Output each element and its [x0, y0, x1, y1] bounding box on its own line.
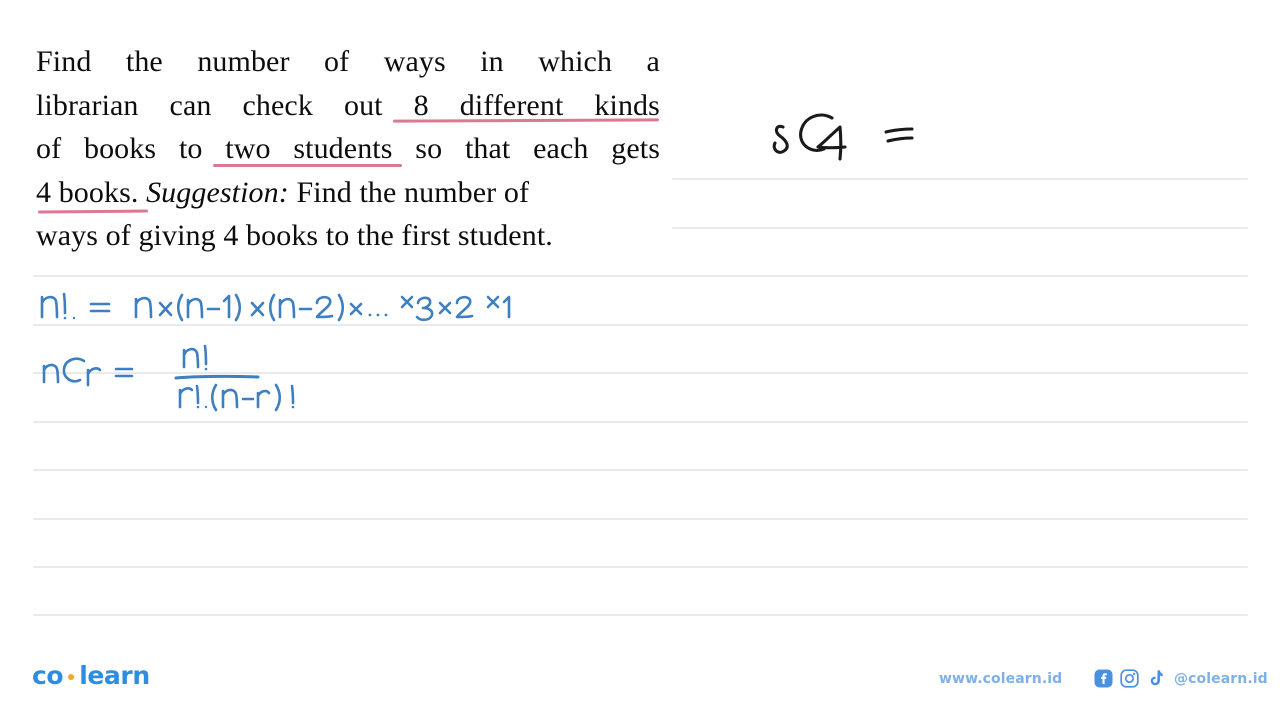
question-line-1: Find the number of ways in which a [36, 40, 660, 84]
word: can [169, 88, 212, 122]
handwritten-formula-combination [42, 344, 295, 412]
question-line-4-prefix: 4 books. [36, 175, 147, 209]
social-links: @colearn.id [1094, 669, 1268, 688]
word: librarian [36, 88, 139, 122]
ruled-line-right [672, 178, 1248, 180]
word: which [538, 45, 613, 78]
ruled-line [33, 421, 1248, 423]
ruled-line [33, 324, 1248, 326]
website-url: www.colearn.id [939, 671, 1063, 687]
suggestion-label: Suggestion: [146, 175, 289, 209]
instagram-icon[interactable] [1120, 669, 1139, 688]
ruled-line [33, 566, 1248, 568]
question-line-4-suffix: Find the number of [288, 175, 530, 209]
word: gets [611, 132, 660, 165]
word: of [324, 45, 350, 78]
ruled-line [33, 372, 1248, 374]
word: books [83, 132, 157, 165]
facebook-icon[interactable] [1094, 669, 1113, 688]
word: each [533, 132, 589, 165]
social-handle: @colearn.id [1174, 670, 1268, 687]
word: Find [36, 45, 92, 78]
handwritten-expression-8c4 [772, 113, 914, 161]
word: of [36, 132, 62, 165]
word: check [242, 88, 313, 122]
word: the [125, 45, 163, 78]
ruled-line [33, 614, 1248, 616]
word: number [197, 45, 290, 78]
word: out [343, 88, 383, 122]
word: so [415, 132, 443, 165]
logo-dot-icon [68, 673, 75, 680]
question-text: Find the number of ways in which a libra… [36, 40, 660, 258]
ruled-line-right [672, 227, 1248, 229]
word: ways [383, 45, 446, 78]
ruled-line [33, 518, 1248, 520]
tiktok-icon[interactable] [1146, 669, 1164, 688]
word: in [480, 45, 504, 78]
logo-text-learn: learn [79, 661, 150, 690]
question-line-5: ways of giving 4 books to the first stud… [36, 219, 553, 252]
ruled-line [33, 275, 1248, 277]
word: that [464, 132, 511, 165]
colearn-logo: co learn [32, 661, 150, 690]
word: a [646, 45, 660, 78]
logo-text-co: co [32, 661, 64, 690]
answer-sheet-page: Find the number of ways in which a libra… [0, 0, 1280, 720]
ruled-line [33, 469, 1248, 471]
underline-two-students [213, 164, 402, 167]
question-line-4: 4 books. Suggestion: Find the number of [36, 171, 660, 215]
word: to [178, 132, 203, 165]
